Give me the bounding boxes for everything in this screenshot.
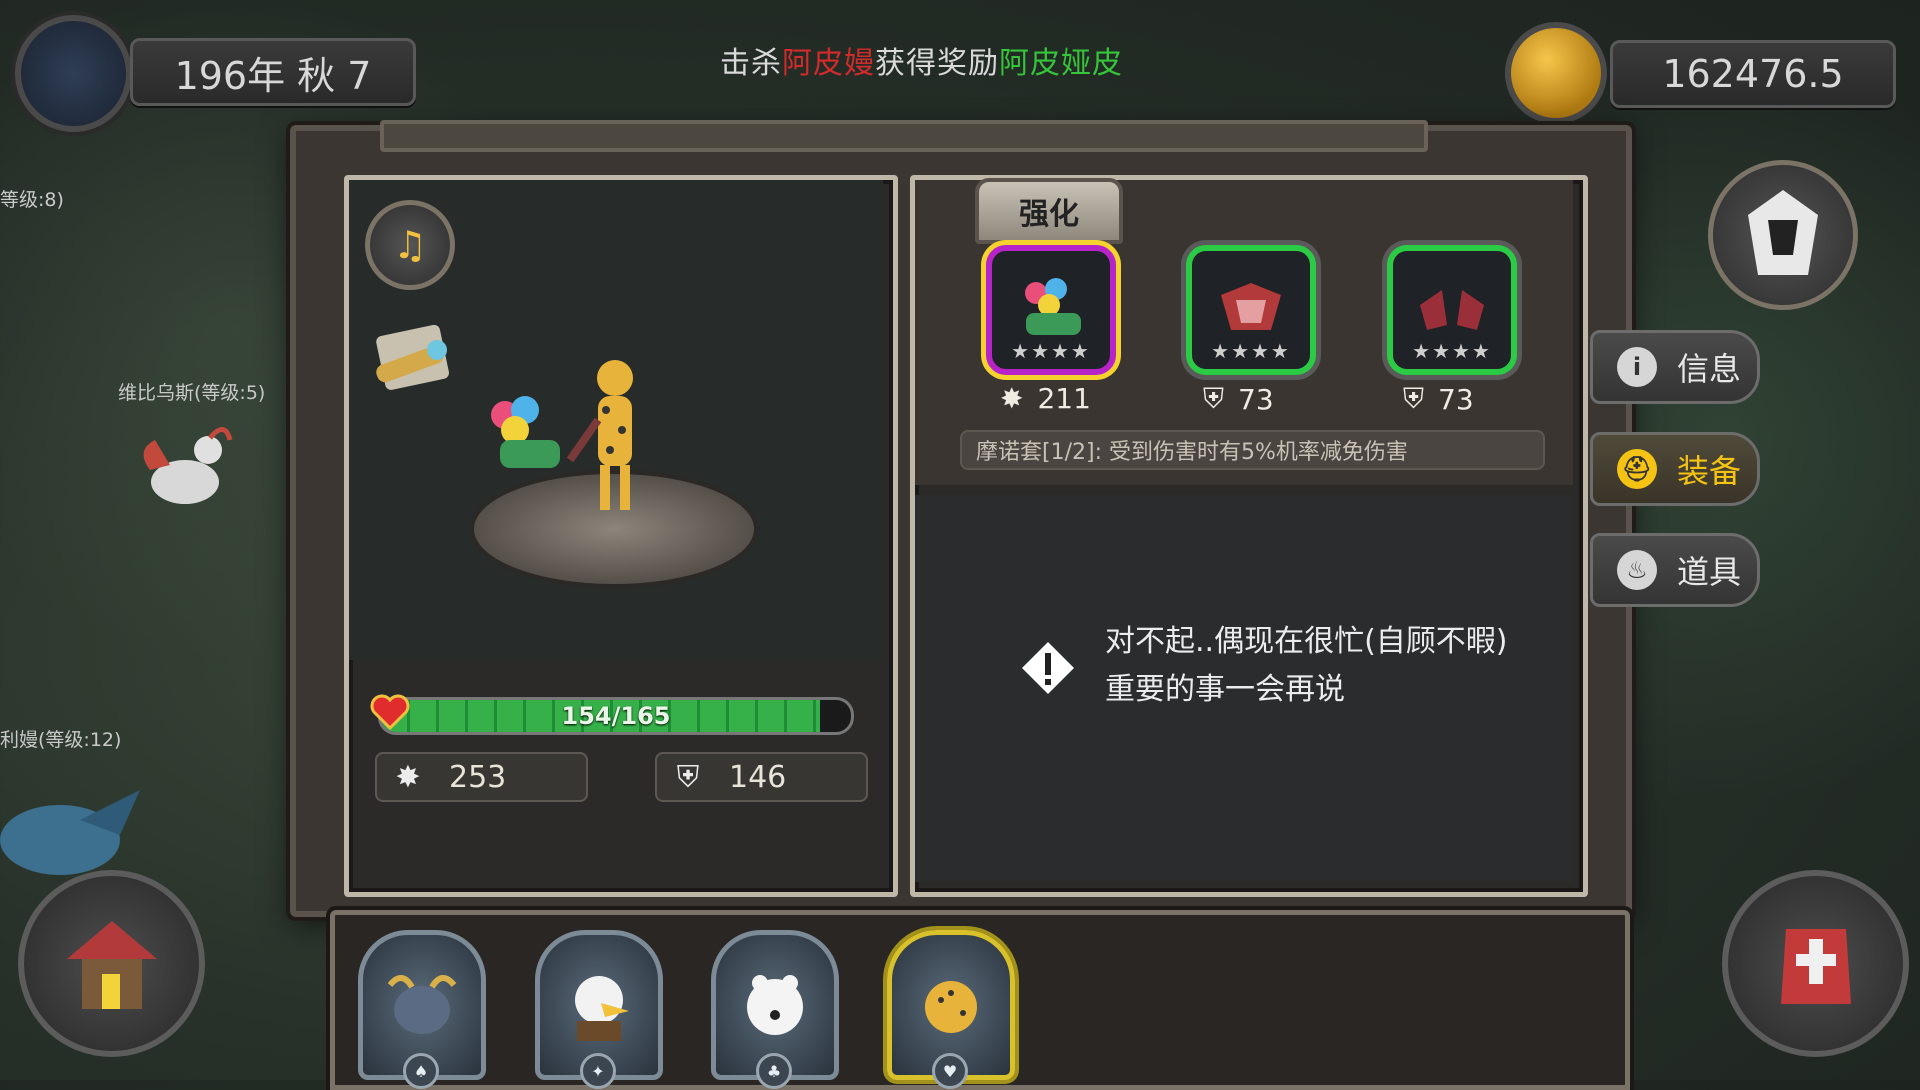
red-gloves-icon <box>1420 290 1484 330</box>
hp-bar: 154/165 <box>378 697 854 735</box>
buffalo-portrait-icon <box>387 975 457 1034</box>
attack-burst-icon: ✸ <box>1000 382 1024 415</box>
set-bonus-text: 摩诺套[1/2]: 受到伤害时有5%机率减免伤害 <box>960 430 1545 470</box>
equipment-slot-gloves[interactable]: ★★★★ <box>1387 245 1517 375</box>
heart-icon <box>368 690 412 734</box>
potion-icon: ♨ <box>1617 550 1657 590</box>
shield-icon: ⛨ <box>1403 382 1425 415</box>
party-member-eagle[interactable]: ✦ <box>535 930 663 1089</box>
coin-icon <box>1505 22 1607 124</box>
gloves-stat-value: 73 <box>1438 382 1474 416</box>
leopard-hero-figure[interactable] <box>560 350 670 520</box>
party-member-leopard[interactable]: ♥ <box>887 930 1015 1089</box>
armor-stat-value: 73 <box>1238 382 1274 416</box>
kill-reward-message: 击杀阿皮嫚获得奖励阿皮娅皮 <box>720 38 1123 82</box>
coin-counter: 162476.5 <box>1610 40 1896 108</box>
strengthen-tab[interactable]: 强化 <box>975 178 1123 244</box>
polar-bear-portrait-icon <box>747 975 803 1035</box>
weapon-stat-value: 211 <box>1037 382 1091 415</box>
season-emblem-icon[interactable] <box>15 15 132 132</box>
npc-message: 对不起..偶现在很忙(自顾不暇)重要的事一会再说 <box>1105 624 1508 707</box>
eagle-portrait-icon <box>575 976 629 1041</box>
killed-enemy-name: 阿皮嫚 <box>782 46 875 81</box>
world-unit-label: 维比乌斯(等级:5) <box>118 382 266 404</box>
dinosaur-creature[interactable] <box>130 410 240 520</box>
shield-icon: ⛨ <box>1203 382 1225 415</box>
equip-tab-label: 装备 <box>1677 452 1742 490</box>
knight-battle-button[interactable] <box>1722 870 1909 1057</box>
kill-prefix: 击杀 <box>720 46 782 81</box>
items-tab-button[interactable]: ♨ 道具 <box>1590 533 1760 607</box>
attack-value: 253 <box>449 759 507 795</box>
armored-hero-avatar[interactable] <box>1708 160 1858 310</box>
slot-stars: ★★★★ <box>1412 339 1492 363</box>
party-member-buffalo[interactable]: ♠ <box>358 930 486 1089</box>
weapon-stat: ✸ 211 <box>1000 382 1091 415</box>
date-display: 196年 秋 7 <box>130 38 416 106</box>
shield-icon: ⛨ <box>676 759 700 795</box>
party-member-polar-bear[interactable]: ♣ <box>711 930 839 1089</box>
slot-stars: ★★★★ <box>1011 339 1091 363</box>
class-badge-icon: ♥ <box>932 1053 968 1089</box>
class-badge-icon: ♣ <box>756 1053 792 1089</box>
class-badge-icon: ✦ <box>580 1053 616 1089</box>
flower-weapon-figure <box>470 390 570 490</box>
leopard-portrait-icon <box>925 981 977 1033</box>
items-tab-label: 道具 <box>1677 553 1742 591</box>
attack-stat: ✸ 253 <box>375 752 588 802</box>
red-armor-icon <box>1221 283 1281 330</box>
helmet-icon: ⛑ <box>1617 449 1657 489</box>
armor-stat: ⛨ 73 <box>1203 382 1274 416</box>
world-unit-label: 等级:8) <box>0 189 64 211</box>
gloves-stat: ⛨ 73 <box>1403 382 1474 416</box>
slot-stars: ★★★★ <box>1211 339 1291 363</box>
flower-weapon-icon <box>1025 278 1081 335</box>
spyglass-map-icon[interactable] <box>365 320 460 400</box>
defense-stat: ⛨ 146 <box>655 752 868 802</box>
house-icon <box>66 920 157 1009</box>
music-note-icon[interactable]: ♫ <box>365 200 455 290</box>
equipment-slot-armor[interactable]: ★★★★ <box>1186 245 1316 375</box>
hp-text: 154/165 <box>561 702 671 730</box>
info-tab-label: 信息 <box>1677 350 1742 388</box>
defense-value: 146 <box>729 759 787 795</box>
equipment-slot-weapon[interactable]: ★★★★ <box>986 245 1116 375</box>
class-badge-icon: ♠ <box>403 1053 439 1089</box>
knight-helmet-icon <box>1780 928 1851 1004</box>
info-tab-button[interactable]: i 信息 <box>1590 330 1760 404</box>
warning-icon <box>1020 640 1076 696</box>
info-icon: i <box>1617 347 1657 387</box>
attack-burst-icon: ✸ <box>395 759 421 795</box>
house-home-button[interactable] <box>18 870 205 1057</box>
equip-tab-button[interactable]: ⛑ 装备 <box>1590 432 1760 506</box>
world-unit-label: 利嫚(等级:12) <box>0 729 122 751</box>
reward-label: 获得奖励 <box>875 46 999 81</box>
window-top-bar <box>380 120 1428 152</box>
reward-item-name: 阿皮娅皮 <box>999 46 1123 81</box>
